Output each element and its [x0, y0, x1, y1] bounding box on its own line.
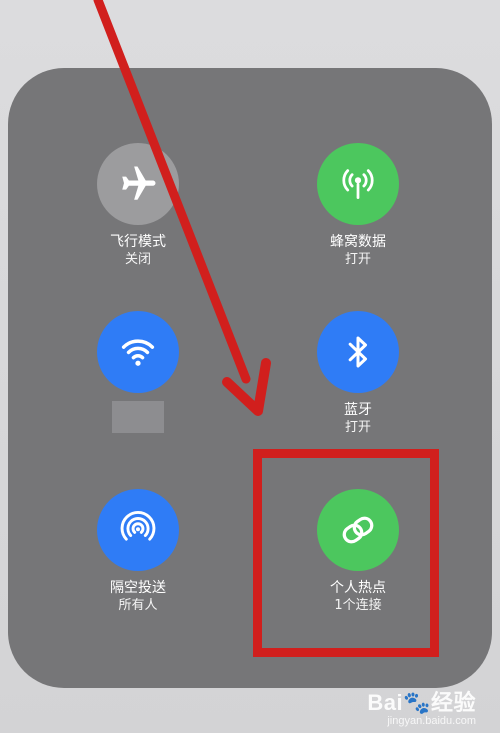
watermark-sub: jingyan.baidu.com — [387, 715, 476, 727]
airdrop-label: 隔空投送 — [110, 580, 166, 596]
airdrop-button[interactable] — [97, 489, 179, 571]
wifi-control[interactable] — [38, 311, 238, 433]
watermark-main: Bai🐾经验 — [367, 690, 476, 715]
cellular-data-control[interactable]: 蜂窝数据 打开 — [258, 143, 458, 269]
airdrop-control[interactable]: 隔空投送 所有人 — [38, 489, 238, 615]
cellular-data-status: 打开 — [344, 252, 371, 267]
airdrop-status: 所有人 — [118, 598, 158, 613]
airplane-mode-control[interactable]: 飞行模式 关闭 — [38, 143, 238, 269]
control-center-screen: 飞行模式 关闭 蜂窝数据 打开 蓝牙 打开 隔空投送 所有人 个人热点 1个连接… — [0, 0, 500, 733]
cellular-data-button[interactable] — [317, 143, 399, 225]
wifi-button[interactable] — [97, 311, 179, 393]
antenna-icon — [342, 169, 374, 200]
bluetooth-control[interactable]: 蓝牙 打开 — [258, 311, 458, 437]
airplane-icon — [122, 166, 156, 200]
bluetooth-label: 蓝牙 — [344, 402, 372, 418]
highlight-frame — [253, 449, 439, 657]
airplane-mode-status: 关闭 — [124, 252, 151, 267]
watermark: Bai🐾经验 jingyan.baidu.com — [367, 690, 476, 728]
bluetooth-icon — [348, 336, 367, 368]
airplane-mode-button[interactable] — [97, 143, 179, 225]
cellular-data-label: 蜂窝数据 — [330, 234, 386, 250]
bluetooth-button[interactable] — [317, 311, 399, 393]
airdrop-icon — [120, 511, 156, 541]
airplane-mode-label: 飞行模式 — [110, 234, 166, 250]
wifi-name-redaction — [112, 401, 164, 433]
bluetooth-status: 打开 — [344, 420, 371, 435]
wifi-icon — [121, 339, 155, 366]
